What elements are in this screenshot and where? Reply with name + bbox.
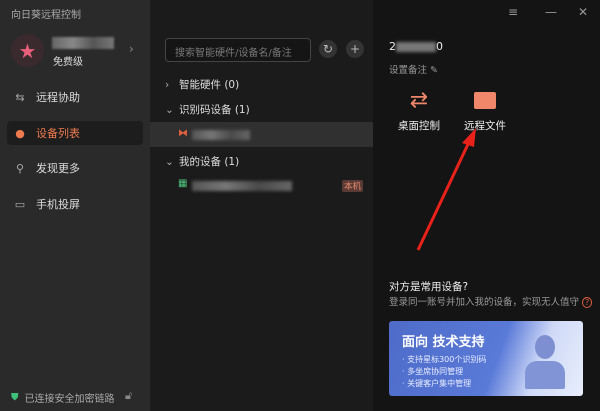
arrow-shaft (416, 139, 472, 251)
arrow-head (462, 128, 476, 147)
annotation-arrow (416, 128, 476, 251)
